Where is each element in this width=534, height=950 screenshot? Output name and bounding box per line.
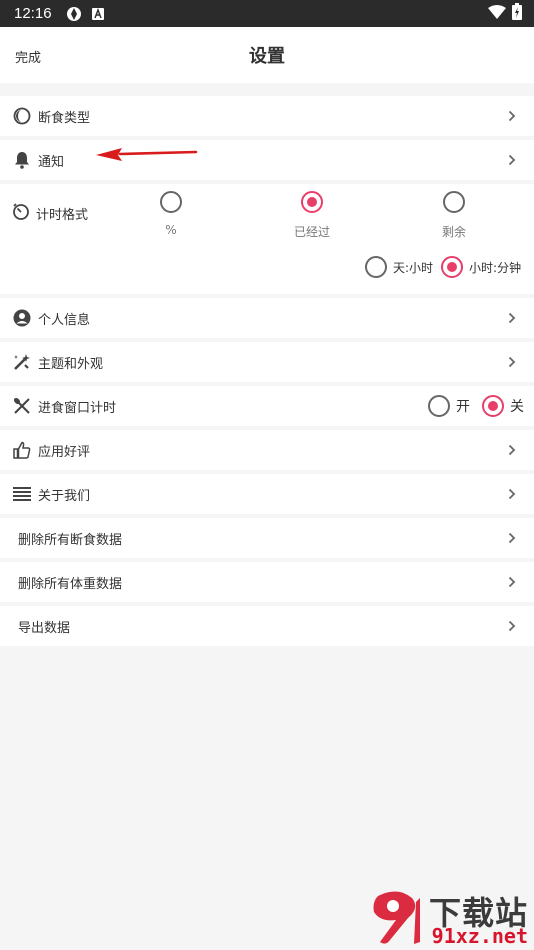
magic-wand-icon [12,352,32,372]
personal-info-label: 个人信息 [38,312,91,328]
annotation-arrow-icon [96,148,198,161]
page-title: 设置 [249,46,285,67]
settings-list: 断食类型 通知 计时格式 % 已经过 剩余 天:小时 小时:分钟 个人信息 主题… [0,96,534,646]
notification-label: 通知 [38,154,65,170]
eating-window-on-label: 开 [456,399,470,415]
delete-fasting-label: 删除所有断食数据 [18,532,123,548]
watermark: 下载站 91xz.net [362,884,532,950]
chevron-right-icon [508,532,518,544]
delete-weight-row[interactable]: 删除所有体重数据 [0,562,534,602]
timer-option-remaining-label: 剩余 [441,225,466,239]
menu-lines-icon [12,484,32,504]
thumbs-up-icon [12,440,32,460]
radio-elapsed[interactable] [301,191,323,213]
eating-window-on[interactable]: 开 [428,395,470,417]
export-row[interactable]: 导出数据 [0,606,534,646]
timer-option-remaining[interactable]: 剩余 [424,191,484,240]
chevron-right-icon [508,312,518,324]
utensils-icon [12,396,32,416]
eating-window-off[interactable]: 关 [482,395,524,417]
eating-window-label: 进食窗口计时 [38,400,117,416]
chevron-right-icon [508,444,518,456]
sub-option-hour-minute-label: 小时:分钟 [469,260,522,275]
theme-row[interactable]: 主题和外观 [0,342,534,382]
timer-option-elapsed-label: 已经过 [293,225,330,239]
delete-weight-label: 删除所有体重数据 [18,576,123,592]
fasting-type-row[interactable]: 断食类型 [0,96,534,136]
personal-info-row[interactable]: 个人信息 [0,298,534,338]
chevron-right-icon [508,576,518,588]
watermark-site: 91xz.net [431,924,528,948]
fasting-type-label: 断食类型 [38,110,91,126]
radio-percent[interactable] [160,191,182,213]
battery-icon [512,3,522,24]
radio-on[interactable] [428,395,450,417]
export-label: 导出数据 [18,620,71,636]
timer-icon [12,202,30,224]
chevron-right-icon [508,620,518,632]
chevron-right-icon [508,110,518,122]
sub-option-hour-minute[interactable]: 小时:分钟 [441,256,521,278]
eating-window-row: 进食窗口计时 开 关 [0,386,534,426]
timer-format-header: 计时格式 [12,202,88,224]
sub-option-day-hour-label: 天:小时 [393,260,434,275]
chevron-right-icon [508,154,518,166]
font-a-icon [91,7,104,20]
timer-sub-options: 天:小时 小时:分钟 [365,256,521,278]
rate-app-label: 应用好评 [38,444,91,460]
theme-label: 主题和外观 [38,356,104,372]
app-header: 完成 设置 [0,27,534,83]
done-button[interactable]: 完成 [15,47,41,66]
timer-format-section: 计时格式 % 已经过 剩余 天:小时 小时:分钟 [0,184,534,294]
radio-day-hour[interactable] [365,256,387,278]
eating-window-toggle: 开 关 [428,395,524,417]
sub-option-day-hour[interactable]: 天:小时 [365,256,433,278]
timer-option-percent-label: % [165,223,177,237]
rate-app-row[interactable]: 应用好评 [0,430,534,470]
app-notification-icon [66,6,82,22]
wifi-icon [488,4,506,23]
chevron-right-icon [508,356,518,368]
about-label: 关于我们 [38,488,91,504]
status-time: 12:16 [14,5,52,22]
timer-option-elapsed[interactable]: 已经过 [282,191,342,240]
timer-format-label: 计时格式 [36,207,89,223]
chevron-right-icon [508,488,518,500]
eating-window-off-label: 关 [510,399,524,415]
radio-hour-minute[interactable] [441,256,464,278]
delete-fasting-row[interactable]: 删除所有断食数据 [0,518,534,558]
watermark-logo-icon [373,891,420,944]
radio-remaining[interactable] [443,191,465,213]
moon-circle-icon [12,106,32,126]
timer-option-percent[interactable]: % [141,191,201,237]
status-bar: 12:16 [0,0,534,27]
radio-off[interactable] [482,395,504,417]
notification-row[interactable]: 通知 [0,140,534,180]
bell-icon [12,150,32,170]
about-row[interactable]: 关于我们 [0,474,534,514]
person-circle-icon [12,308,32,328]
